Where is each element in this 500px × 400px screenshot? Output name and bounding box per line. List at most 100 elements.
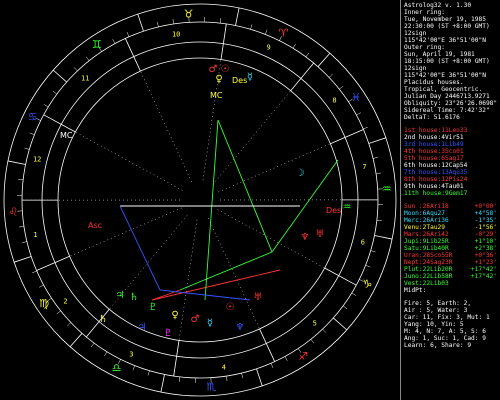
degree-tick [351, 292, 357, 296]
degree-tick [365, 265, 371, 268]
zodiac-sign-icon: ♌ [8, 205, 18, 218]
degree-tick [21, 241, 27, 243]
chart-info-line: Obliquity: 23°26'26.0698" [404, 100, 497, 107]
degree-tick [90, 342, 95, 348]
degree-tick [265, 29, 268, 35]
degree-tick [363, 126, 368, 130]
degree-tick [32, 270, 37, 274]
degree-tick [132, 365, 135, 371]
des-label-outer: Des [232, 76, 247, 85]
zodiac-sign-icon: ♉ [184, 7, 194, 20]
planet-positions-list: Sun : 26Ari18 +0°00' Moon: 6Aqu27 +4°58' Mer… [404, 203, 497, 294]
sign-boundary [368, 137, 386, 144]
house-cusp-lines [21, 23, 379, 377]
house-row-label: 6th house: [404, 162, 442, 169]
planet-icon: ♀ [171, 310, 178, 321]
house-cusps-list: 1st house: 11Leo33 2nd house: 4Vir51 3rd h… [404, 127, 497, 197]
chart-info-line: 115°42'00"E 36°51'00"N [404, 37, 486, 44]
planet-row-label: Venu: [404, 224, 423, 231]
planet-row-value: 26Ari42 [422, 231, 449, 238]
degree-tick [226, 376, 228, 382]
degree-tick [376, 172, 382, 174]
sign-boundary [235, 7, 240, 26]
planet-row-label: Juno: [404, 273, 423, 280]
chart-info: Inner ring: Tue, November 19, 1985 22:30:0… [404, 9, 497, 121]
zodiac-sign-icon: ♍ [39, 297, 49, 310]
aspect-line [179, 251, 273, 291]
house-row-value: 11Leo33 [441, 127, 468, 134]
house-number: 7 [362, 163, 366, 171]
degree-tick [305, 52, 310, 58]
house-row-label: 3rd house: [404, 141, 442, 148]
planet-row: Venu: 2Tau29 -1°56' [404, 224, 497, 231]
zodiac-sign-icon: ♐ [298, 350, 308, 363]
house-row: 9th house: 4Tau01 [404, 183, 497, 190]
sign-boundary [137, 14, 144, 32]
house-number: 6 [361, 238, 365, 246]
house-row: 7th house: 13Aqu35 [404, 169, 497, 176]
planet-row-latitude: +4°58' [474, 210, 497, 217]
zodiac-sign-icon: ♎ [112, 361, 122, 374]
degree-tick [219, 18, 221, 24]
degree-tick [328, 73, 333, 78]
planet-row-label: Merc: [404, 217, 423, 224]
house-row-value: 12Cap54 [441, 162, 468, 169]
house-row: 3rd house: 1Lib49 [404, 141, 497, 148]
planet-row: Mars: 26Ari42 -0°29' [404, 231, 497, 238]
planet-row-latitude: -1°35' [474, 217, 497, 224]
house-number: 8 [332, 96, 336, 104]
sign-boundary [69, 333, 83, 348]
chart-info-line: 18:15:00 (ST +8:00 GMT) [404, 58, 490, 65]
degree-tick [241, 373, 243, 379]
planet-icon: ♂ [191, 314, 200, 325]
house-row-value: 1Lib49 [441, 141, 464, 148]
planet-row: MidPt: [404, 287, 497, 294]
house-row-label: 4th house: [404, 148, 442, 155]
planet-row-label: Sun : [404, 203, 423, 210]
planet-icon: ♇ [149, 302, 158, 313]
degree-tick [67, 322, 72, 327]
degree-tick [310, 339, 315, 344]
planet-row: Plut: 22Lib20R +17°42' [404, 266, 497, 273]
aspect-line [119, 205, 161, 291]
wheel-rings [3, 3, 397, 397]
planet-row-label: Vest: [404, 280, 423, 287]
planet-row-value: 9Lib25R [422, 238, 449, 245]
planet-row-value: 26Ari18 [422, 203, 449, 210]
asc-label: Asc [88, 221, 102, 230]
house-row: 11th house: 9Gem17 [404, 190, 497, 197]
degree-tick [85, 56, 90, 61]
planet-glyphs: ♂ ☉♀ ☿☽♆ ♅♒♃ ♄♇♀ ♂ ☿☉♆♅♄♃♇ [99, 64, 352, 339]
house-row-label: 8th house: [404, 176, 442, 183]
house-row: 5th house: 6Sag17 [404, 155, 497, 162]
house-number: 4 [222, 363, 226, 371]
sign-boundary [374, 235, 393, 240]
wheel-ring [41, 41, 359, 359]
planet-icon: ♅ [316, 229, 325, 240]
degree-tick [73, 67, 78, 72]
planet-icon: ☿ [247, 72, 253, 83]
house-number: 12 [33, 156, 41, 164]
degree-tick [376, 219, 382, 221]
summary-line: M: 4, N: 7, A: 5, S: 6 [404, 328, 486, 335]
angle-labels: MC MC Asc Des Des [60, 76, 341, 230]
house-row: 1st house: 11Leo33 [404, 127, 497, 134]
degree-tick [370, 250, 376, 253]
degree-tick [52, 90, 58, 95]
house-row-label: 2nd house: [404, 134, 442, 141]
planet-row-value: 22Lib20R [422, 266, 453, 273]
planet-row: Juno: 22Lib58R +17°42' [404, 273, 497, 280]
house-number: 9 [266, 44, 270, 52]
house-row: 4th house: 3Sco01 [404, 148, 497, 155]
house-row-value: 3Sco01 [441, 148, 464, 155]
house-row-value: 6Sag17 [441, 155, 464, 162]
aspect-line [204, 119, 219, 301]
planet-icon: ☽ [296, 168, 305, 179]
natal-chart-wheel: ♈♉♊♋♌♍♎♏♐♑♒♓ 123456789101112 MCMCAscDesD… [3, 3, 397, 397]
house-numbers: 123456789101112 [33, 31, 367, 372]
degree-tick [339, 85, 344, 90]
degree-tick [172, 18, 174, 24]
zodiac-sign-icon: ♑ [362, 277, 372, 290]
planet-row-value [426, 287, 497, 294]
house-row-label: 11th house: [404, 190, 445, 197]
